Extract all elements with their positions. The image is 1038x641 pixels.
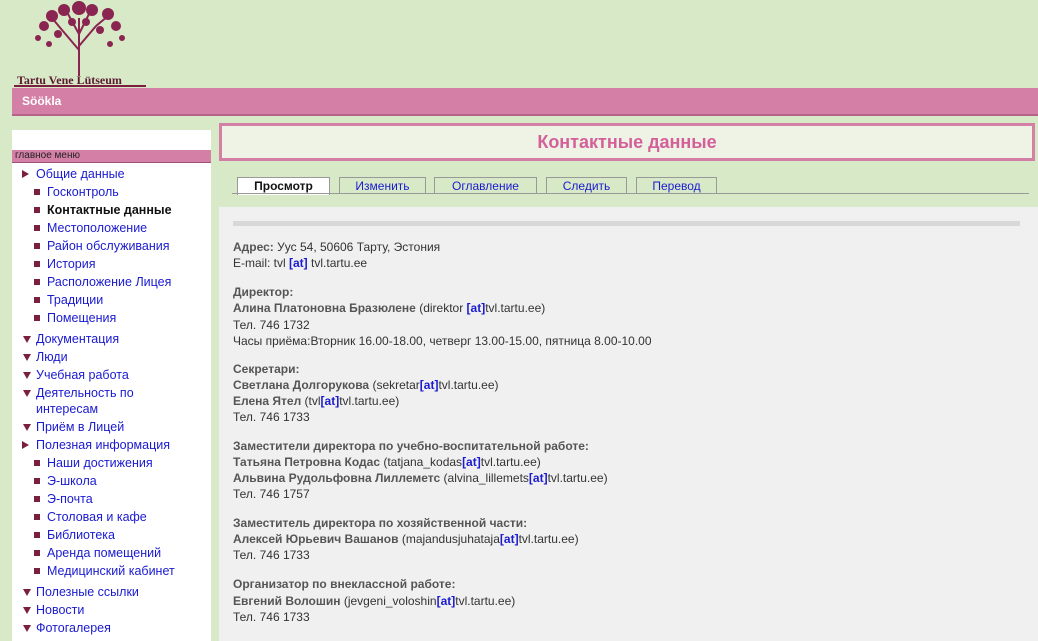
bullet-icon [34,478,40,484]
sidebar-item-contacts[interactable]: Контактные данные [34,202,172,218]
expand-arrow-icon [22,170,29,178]
bullet-icon [34,460,40,466]
bullet-icon [34,189,40,195]
secretaries-phone: Тел. 746 1733 [233,410,310,424]
secretary-line: Светлана Долгорукова (sekretar[at]tvl.ta… [233,378,499,392]
section-bar: Söökla [12,88,1038,116]
sidebar-item-lyceum-layout[interactable]: Расположение Лицея [34,274,171,290]
sidebar-item-service-area[interactable]: Район обслуживания [34,238,170,254]
sidebar-item-news[interactable]: Новости [23,602,84,618]
at-sign: [at] [289,256,308,270]
bullet-icon [34,315,40,321]
main-menu-heading-text: главное меню [15,150,81,161]
collapse-arrow-icon [23,336,31,343]
page-title-box: Контактные данные [219,123,1035,161]
tab-contents[interactable]: Оглавление [434,177,537,194]
collapse-arrow-icon [23,625,31,632]
household-deputy-heading: Заместитель директора по хозяйственной ч… [233,516,528,530]
sidebar-item-gallery[interactable]: Фотогалерея [23,620,111,636]
deputies-phone: Тел. 746 1757 [233,487,310,501]
organizer-line: Евгений Волошин (jevgeni_voloshin[at]tvl… [233,594,516,608]
tabs-underline [232,193,1029,194]
sidebar-item-achievements[interactable]: Наши достижения [34,455,153,471]
bullet-icon [34,279,40,285]
at-sign: [at] [466,301,486,315]
bullet-icon [34,225,40,231]
at-sign: [at] [528,471,548,485]
tab-watch[interactable]: Следить [546,177,627,194]
sidebar-item-premises[interactable]: Помещения [34,310,116,326]
sidebar-item-location[interactable]: Местоположение [34,220,147,236]
sidebar-item-documentation[interactable]: Документация [23,331,119,347]
email-line: E-mail: tvl [at] tvl.tartu.ee [233,256,368,270]
tree-logo-icon [35,1,125,76]
sidebar-item-activities-cont[interactable]: интересам [36,401,98,417]
bullet-icon [34,243,40,249]
expand-arrow-icon [22,441,29,449]
site-logo[interactable]: Tartu Vene Lütseum [14,0,154,88]
at-sign: [at] [320,394,340,408]
sidebar-item-study[interactable]: Учебная работа [23,367,129,383]
sidebar-item-state-control[interactable]: Госконтроль [34,184,119,200]
director-hours: Часы приёма:Вторник 16.00-18.00, четверг… [233,334,652,348]
household-deputy-line: Алексей Юрьевич Вашанов (majandusjuhataj… [233,532,579,546]
sidebar-item-rental[interactable]: Аренда помещений [34,545,161,561]
deputy-line: Альвина Рудольфовна Лиллеметс (alvina_li… [233,471,608,485]
tab-edit[interactable]: Изменить [339,177,426,194]
bullet-icon [34,261,40,267]
address-line: Адрес: Уус 54, 50606 Тарту, Эстония [233,240,441,254]
main-menu-heading: главное меню [12,150,211,163]
page-title: Контактные данные [537,132,717,152]
sidebar-item-useful-links[interactable]: Полезные ссылки [23,584,139,600]
collapse-arrow-icon [23,390,31,397]
sidebar-item-history[interactable]: История [34,256,95,272]
bullet-icon [34,514,40,520]
collapse-arrow-icon [23,372,31,379]
sidebar: главное меню Общие данные Госконтроль Ко… [12,130,211,641]
director-line: Алина Платоновна Бразюлене (direktor [at… [233,301,546,315]
sidebar-item-activities[interactable]: Деятельность по [23,385,134,401]
organizer-phone: Тел. 746 1733 [233,610,310,624]
secretary-line: Елена Ятел (tvl[at]tvl.tartu.ee) [233,394,400,408]
organizer-heading: Организатор по внеклассной работе: [233,577,456,591]
collapse-arrow-icon [23,424,31,431]
at-sign: [at] [419,378,439,392]
sidebar-item-general[interactable]: Общие данные [22,166,125,182]
sidebar-item-traditions[interactable]: Традиции [34,292,103,308]
sidebar-item-medical[interactable]: Медицинский кабинет [34,563,175,579]
sidebar-item-e-mail[interactable]: Э-почта [34,491,93,507]
deputies-heading: Заместители директора по учебно-воспитат… [233,439,589,453]
bullet-icon [34,568,40,574]
content-separator [233,221,1020,226]
at-sign: [at] [499,532,519,546]
sidebar-item-admission[interactable]: Приём в Лицей [23,419,124,435]
main-content: Адрес: Уус 54, 50606 Тарту, Эстония E-ma… [219,207,1038,641]
sidebar-item-library[interactable]: Библиотека [34,527,115,543]
bullet-icon [34,550,40,556]
household-deputy-phone: Тел. 746 1733 [233,548,310,562]
collapse-arrow-icon [23,607,31,614]
section-title[interactable]: Söökla [22,94,61,108]
collapse-arrow-icon [23,354,31,361]
deputy-line: Татьяна Петровна Кодас (tatjana_kodas[at… [233,455,541,469]
bullet-icon [34,496,40,502]
secretaries-heading: Секретари: [233,362,300,376]
director-phone: Тел. 746 1732 [233,318,310,332]
collapse-arrow-icon [23,589,31,596]
at-sign: [at] [436,594,456,608]
bullet-icon [34,532,40,538]
bullet-icon [34,297,40,303]
bullet-icon [34,207,40,213]
sidebar-item-people[interactable]: Люди [23,349,68,365]
at-sign: [at] [462,455,481,469]
tab-translate[interactable]: Перевод [636,177,717,194]
sidebar-item-e-school[interactable]: Э-школа [34,473,97,489]
sidebar-item-useful-info[interactable]: Полезная информация [22,437,170,453]
sidebar-item-canteen[interactable]: Столовая и кафе [34,509,147,525]
director-heading: Директор: [233,285,294,299]
logo-underline [14,85,146,87]
